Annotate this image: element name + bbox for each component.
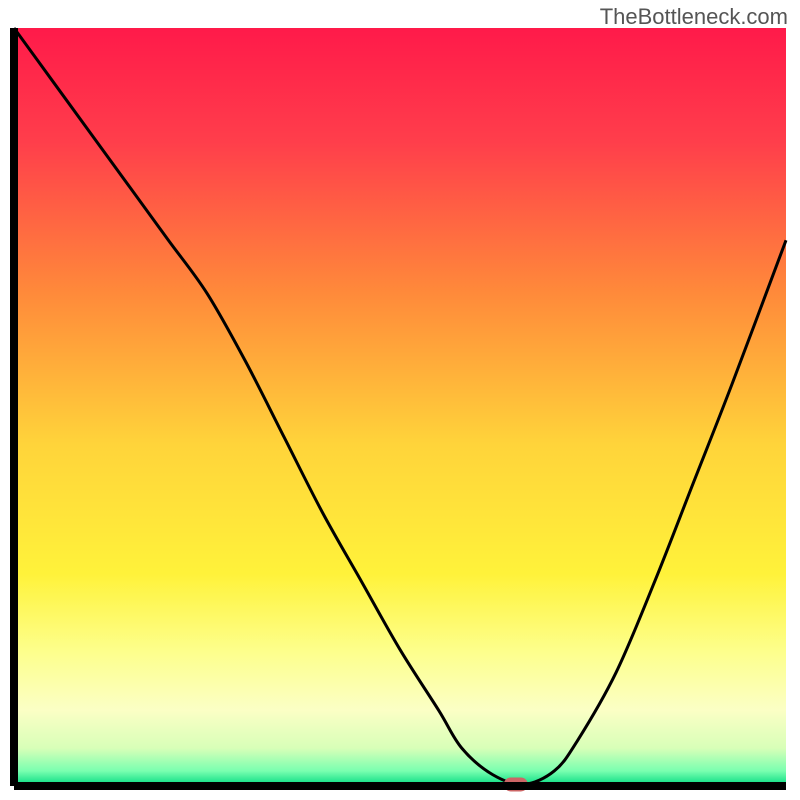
gradient-background xyxy=(14,28,786,786)
bottleneck-chart: TheBottleneck.com xyxy=(0,0,800,800)
watermark-text: TheBottleneck.com xyxy=(600,4,788,30)
chart-svg xyxy=(0,0,800,800)
